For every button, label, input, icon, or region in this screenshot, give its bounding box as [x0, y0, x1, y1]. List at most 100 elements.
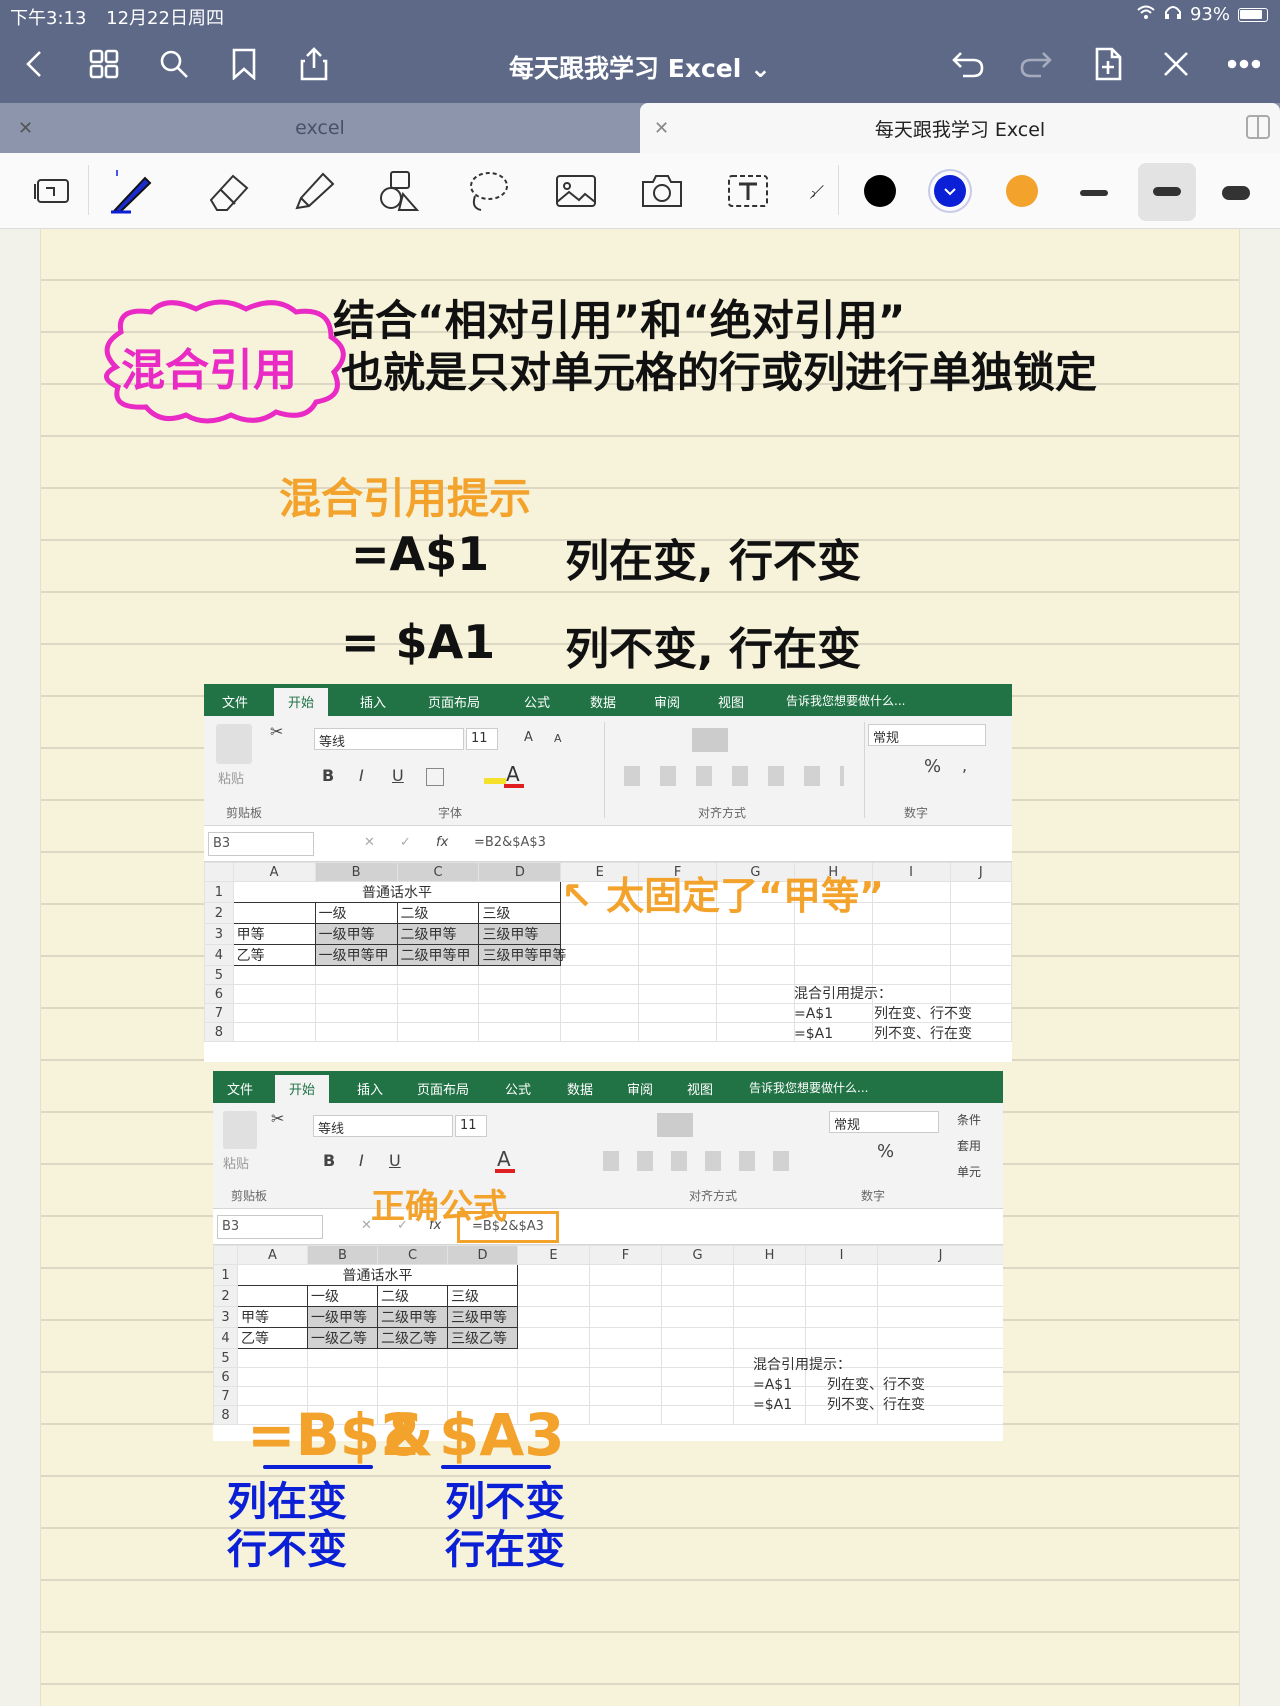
row-number: 5	[213, 1348, 238, 1368]
under-a-line2: 行不变	[227, 1527, 347, 1573]
chevron-down-icon	[944, 188, 956, 196]
underline-icon: U	[392, 766, 404, 785]
tab-active-notebook[interactable]: ✕ 每天跟我学习 Excel	[640, 103, 1280, 153]
cell: 三级	[447, 1285, 518, 1307]
notebook-page[interactable]: 混合引用 结合“相对引用”和“绝对引用” 也就是只对单元格的行或列进行单独锁定 …	[40, 229, 1240, 1706]
cut-icon: ✂	[270, 722, 284, 741]
ribbon-tell-me: 告诉我您想要做什么...	[786, 694, 906, 708]
tip2-formula: = $A1	[341, 615, 496, 669]
cell: 一级	[314, 902, 398, 924]
row-number: 4	[204, 944, 234, 966]
color-orange-swatch[interactable]	[1006, 175, 1038, 207]
lasso-icon[interactable]	[464, 167, 512, 215]
ribbon-tell-me: 告诉我您想要做什么...	[749, 1081, 869, 1095]
add-page-icon[interactable]	[1090, 46, 1126, 82]
cell: 乙等	[232, 944, 316, 966]
ruler-icon[interactable]	[806, 167, 826, 215]
paste-icon	[216, 724, 252, 764]
ribbon-tab-bar: 文件 开始 插入 页面布局 公式 数据 审阅 视图 告诉我您想要做什么...	[204, 684, 1012, 716]
close-pen-icon[interactable]	[1158, 46, 1194, 82]
enter-icon: ✓	[400, 835, 411, 850]
share-icon[interactable]	[296, 46, 332, 82]
formula-bar: B3 ✕ ✓ fx =B2&$A$3	[204, 826, 1012, 862]
cell: 甲等	[232, 923, 316, 945]
ribbon-tab-insert: 插入	[357, 1083, 384, 1098]
redo-icon[interactable]	[1018, 46, 1054, 82]
ribbon-tab-layout: 页面布局	[417, 1083, 470, 1098]
row-number: 6	[204, 984, 234, 1004]
tab-strip: ✕ excel ✕ 每天跟我学习 Excel	[0, 103, 1280, 153]
eraser-icon[interactable]	[204, 167, 252, 215]
group-alignment: 对齐方式	[689, 1189, 738, 1203]
row-number: 6	[213, 1367, 238, 1387]
stroke-thick[interactable]	[1222, 186, 1250, 200]
ribbon: 粘贴 ✂ 等线 11 A A B I U A 常规 % , 剪贴板 字体 对齐方…	[204, 716, 1012, 826]
cell: 二级甲等	[377, 1306, 448, 1328]
stroke-medium-selected[interactable]	[1138, 163, 1196, 221]
under-a-line1: 列在变	[227, 1479, 347, 1525]
col-header: A	[232, 862, 316, 882]
more-icon[interactable]	[1226, 46, 1262, 82]
ribbon-tab-bar: 文件 开始 插入 页面布局 公式 数据 审阅 视图 告诉我您想要做什么...	[213, 1071, 1003, 1103]
alignment-buttons	[624, 766, 844, 786]
row-number: 3	[204, 923, 234, 945]
text-icon[interactable]	[724, 167, 772, 215]
ribbon-tab-home: 开始	[274, 688, 329, 716]
paste-label: 粘贴	[223, 1157, 250, 1172]
underline-icon: U	[389, 1151, 401, 1170]
col-header: D	[447, 1245, 518, 1265]
row-number: 8	[204, 1022, 234, 1042]
image-icon[interactable]	[552, 167, 600, 215]
close-tab-icon[interactable]: ✕	[18, 118, 33, 139]
align-middle-icon	[692, 728, 728, 752]
cell: 二级甲等	[396, 923, 480, 945]
shapes-icon[interactable]	[376, 167, 424, 215]
cell: 三级乙等	[447, 1327, 518, 1349]
number-format-box: 常规	[829, 1111, 939, 1133]
grid-view-icon[interactable]	[86, 46, 122, 82]
color-blue-swatch[interactable]	[934, 175, 966, 207]
ribbon-tab-review: 审阅	[654, 696, 681, 711]
split-view-icon[interactable]	[1246, 115, 1270, 139]
ribbon-tab-formulas: 公式	[524, 696, 551, 711]
ribbon-tab-home: 开始	[275, 1075, 330, 1103]
cell: 二级	[377, 1285, 448, 1307]
row-number: 2	[204, 902, 234, 924]
camera-icon[interactable]	[638, 167, 686, 215]
col-header: D	[478, 862, 562, 882]
tab-label: 每天跟我学习 Excel	[874, 118, 1046, 141]
fill-color-icon	[484, 778, 506, 784]
bookmark-icon[interactable]	[226, 46, 262, 82]
col-header: C	[377, 1245, 448, 1265]
document-title[interactable]: 每天跟我学习 Excel ⌄	[420, 49, 860, 85]
tab-excel[interactable]: ✕ excel	[0, 103, 640, 153]
battery-percent: 93%	[1189, 4, 1230, 25]
font-name-box: 等线	[313, 1115, 453, 1137]
page-layout-icon[interactable]	[28, 167, 76, 215]
cell: 一级甲等甲	[314, 944, 398, 966]
close-tab-icon[interactable]: ✕	[654, 118, 669, 139]
battery-icon	[1238, 7, 1268, 22]
hint-block: 混合引用提示： =A$1 列在变、行不变 =$A1 列不变、行在变	[794, 986, 972, 1042]
ribbon: 粘贴 ✂ 等线 11 B I U A 常规 % 条件 套用 单元 剪贴板 对齐方…	[213, 1103, 1003, 1209]
italic-icon: I	[359, 766, 364, 785]
tip1-desc: 列在变, 行不变	[565, 536, 862, 587]
undo-icon[interactable]	[950, 46, 986, 82]
formula-bar: B3 ✕ ✓ fx =B$2&$A3	[213, 1209, 1003, 1245]
search-icon[interactable]	[156, 46, 192, 82]
font-color-icon: A	[497, 1147, 511, 1171]
under-b-line2: 行在变	[445, 1527, 565, 1573]
pen-icon[interactable]	[108, 167, 156, 215]
tab-label: excel	[295, 117, 345, 139]
group-alignment: 对齐方式	[698, 806, 747, 820]
cut-icon: ✂	[271, 1109, 285, 1128]
col-header: J	[949, 862, 1012, 882]
percent-icon: %	[924, 756, 942, 777]
merged-header-cell: 普通话水平	[232, 881, 562, 903]
formula-text: =B2&$A$3	[474, 835, 546, 850]
back-icon[interactable]	[16, 46, 52, 82]
row-number: 8	[213, 1405, 238, 1425]
highlighter-icon[interactable]	[290, 167, 338, 215]
color-black-swatch[interactable]	[864, 175, 896, 207]
stroke-thin[interactable]	[1080, 190, 1108, 196]
